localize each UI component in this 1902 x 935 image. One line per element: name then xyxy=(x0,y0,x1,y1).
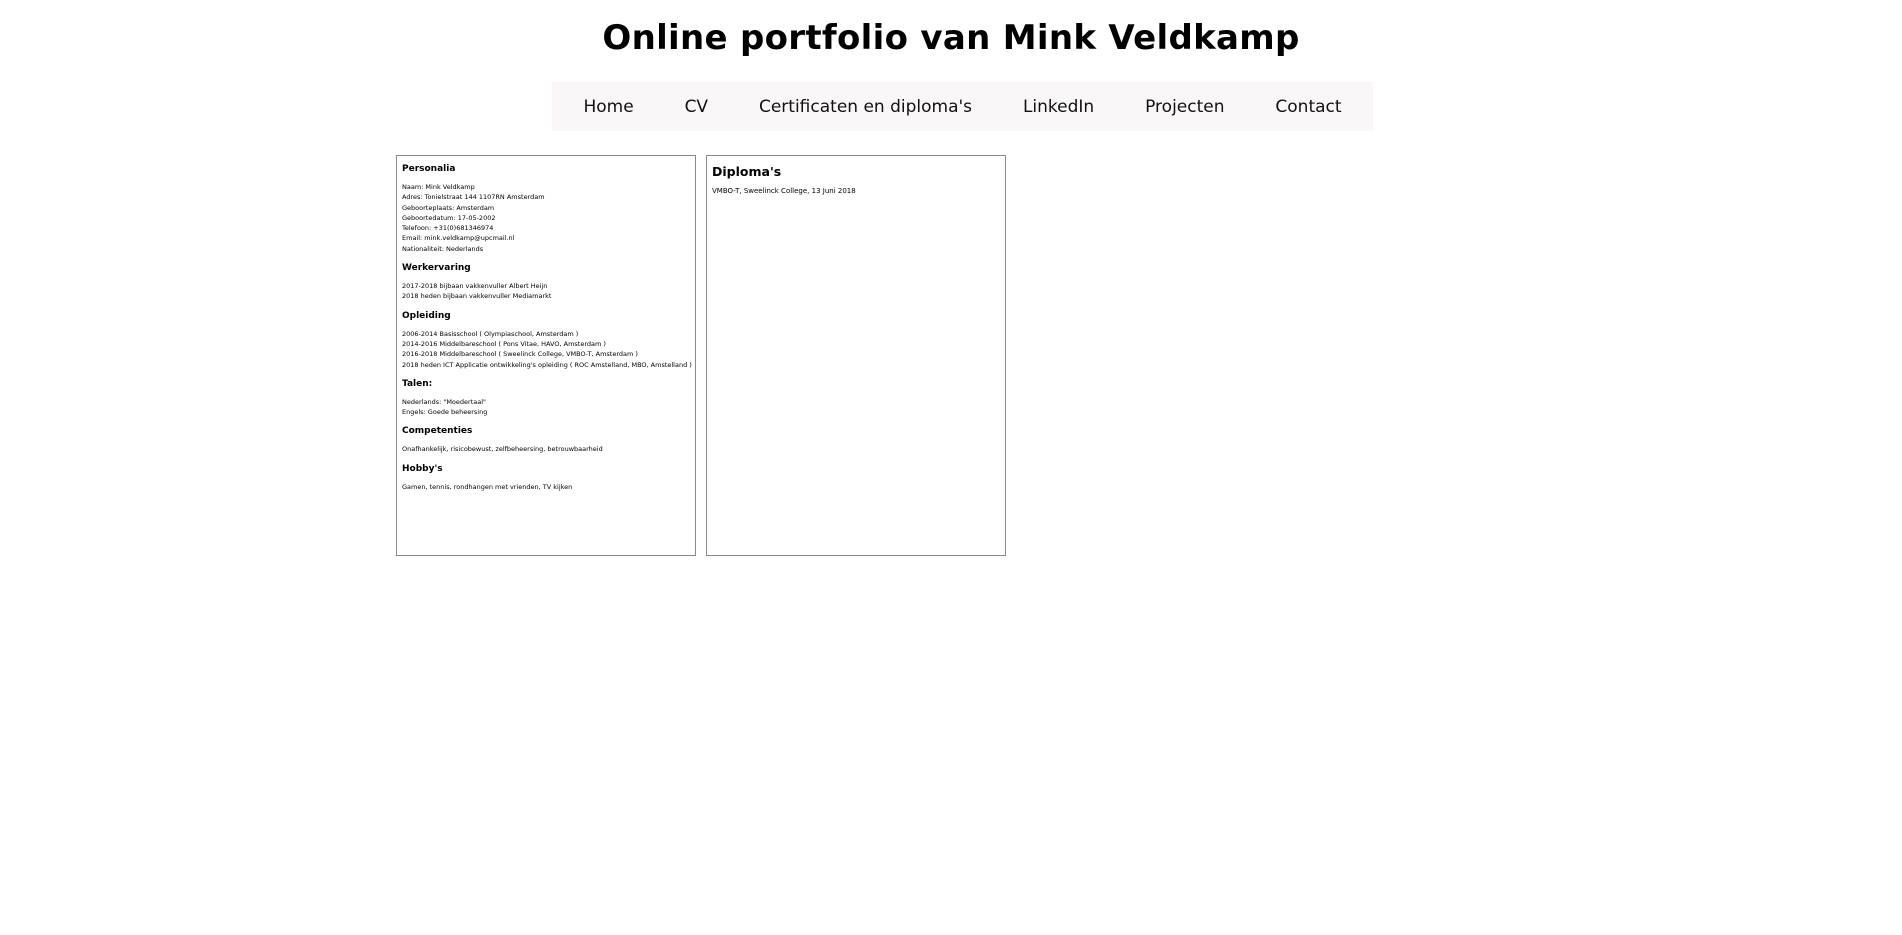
diploma-document: Diploma's VMBO-T, Sweelinck College, 13 … xyxy=(706,155,1006,556)
cv-section-werkervaring: Werkervaring 2017-2018 bijbaan vakkenvul… xyxy=(402,263,690,302)
cv-line: 2016-2018 Middelbareschool ( Sweelinck C… xyxy=(402,350,638,359)
nav-item-contact[interactable]: Contact xyxy=(1273,93,1343,121)
cv-line: Email: mink.veldkamp@upcmail.nl xyxy=(402,234,515,243)
cv-line: 2018 heden ICT Applicatie ontwikkeling's… xyxy=(402,360,692,369)
cv-section-talen: Talen: Nederlands: "Moedertaal" Engels: … xyxy=(402,379,690,418)
cv-section-heading: Werkervaring xyxy=(402,263,471,274)
cv-line: Onafhankelijk, risicobewust, zelfbeheers… xyxy=(402,445,603,454)
cv-line: Telefoon: +31(0)681346974 xyxy=(402,224,494,233)
page-title: Online portfolio van Mink Veldkamp xyxy=(602,18,1300,58)
cv-line: Naam: Mink Veldkamp xyxy=(402,183,475,191)
cv-line: Nationaliteit: Nederlands xyxy=(402,244,484,253)
diploma-heading: Diploma's xyxy=(712,164,782,179)
cv-document: Personalia Naam: Mink Veldkamp Adres: To… xyxy=(396,155,696,556)
cv-section-personalia: Personalia Naam: Mink Veldkamp Adres: To… xyxy=(402,164,690,254)
cv-line: 2017-2018 bijbaan vakkenvuller Albert He… xyxy=(402,282,548,291)
nav-item-projecten[interactable]: Projecten xyxy=(1143,93,1226,121)
main-navigation: Home CV Certificaten en diploma's Linked… xyxy=(552,82,1373,131)
cv-line: Engels: Goede beheersing xyxy=(402,408,488,417)
cv-line: 2014-2016 Middelbareschool ( Pons Vitae,… xyxy=(402,339,606,348)
cv-section-heading: Talen: xyxy=(402,378,433,389)
cv-section-heading: Competenties xyxy=(402,426,473,437)
nav-item-certificaten[interactable]: Certificaten en diploma's xyxy=(757,93,974,121)
nav-item-linkedin[interactable]: LinkedIn xyxy=(1021,93,1096,121)
cv-line: Geboorteplaats: Amsterdam xyxy=(402,203,495,212)
cv-section-competenties: Competenties Onafhankelijk, risicobewust… xyxy=(402,426,690,454)
cv-line: Geboortedatum: 17-05-2002 xyxy=(402,213,496,222)
nav-item-home[interactable]: Home xyxy=(581,93,635,121)
diploma-line: VMBO-T, Sweelinck College, 13 Juni 2018 xyxy=(712,187,856,195)
cv-section-hobbys: Hobby's Gamen, tennis, rondhangen met vr… xyxy=(402,464,690,492)
cv-line: 2018 heden bijbaan vakkenvuller Mediamar… xyxy=(402,292,552,301)
nav-item-cv[interactable]: CV xyxy=(683,93,711,121)
cv-line: Adres: Tonielstraat 144 1107RN Amsterdam xyxy=(402,193,545,202)
cv-line: Nederlands: "Moedertaal" xyxy=(402,397,487,406)
cv-line: 2006-2014 Basisschool ( Olympiaschool, A… xyxy=(402,329,579,338)
cv-section-opleiding: Opleiding 2006-2014 Basisschool ( Olympi… xyxy=(402,310,692,370)
cv-section-heading: Personalia xyxy=(402,164,456,174)
cv-line: Gamen, tennis, rondhangen met vrienden, … xyxy=(402,482,573,491)
cv-section-heading: Hobby's xyxy=(402,463,443,474)
cv-section-heading: Opleiding xyxy=(402,310,451,321)
